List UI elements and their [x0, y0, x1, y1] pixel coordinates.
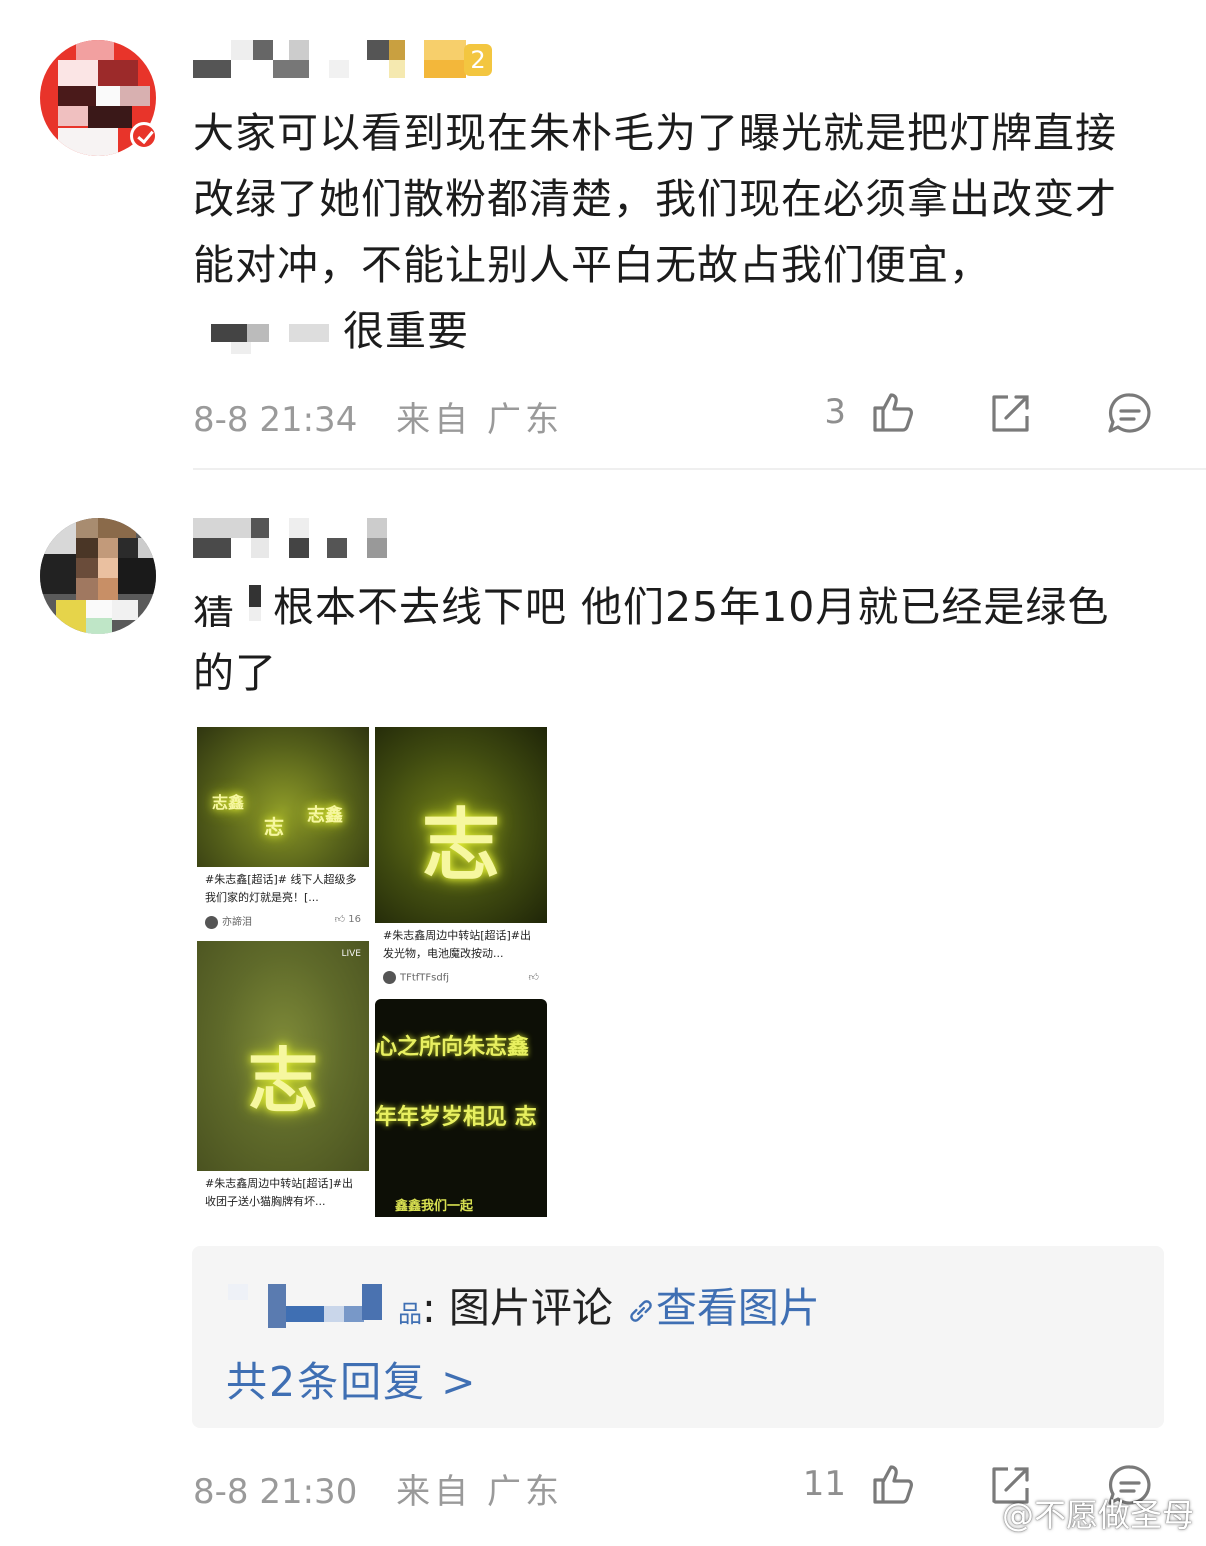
image-caption: #朱志鑫周边中转站[超话]#出 收团子送小猫胸牌有坏...: [205, 1177, 354, 1208]
comment-meta: 8-8 21:30 来自 广东: [193, 1464, 563, 1513]
author-avatar: [205, 915, 218, 929]
thumbs-up-icon[interactable]: [868, 1460, 916, 1508]
location-prefix: 来自: [396, 1472, 473, 1512]
comment-text-tail: 很重要: [343, 307, 469, 355]
comment-time: 8-8 21:30: [193, 1472, 358, 1512]
sign-label: 志鑫: [307, 805, 343, 826]
image-caption: #朱志鑫周边中转站[超话]#出发光物，电池魔改按动...: [383, 929, 532, 960]
image-tile[interactable]: 志鑫 志 志鑫 #朱志鑫[超话]# 线下人超级多 我们家的灯就是亮！[... 亦…: [197, 727, 369, 933]
image-author: TFtfTFsdfj: [400, 972, 450, 984]
image-tile[interactable]: 志 #朱志鑫周边中转站[超话]#出发光物，电池魔改按动... TFtfTFsdf…: [375, 727, 547, 993]
view-image-link[interactable]: 查看图片: [626, 1284, 820, 1332]
link-icon: [630, 1300, 652, 1322]
username-blurred[interactable]: [193, 518, 393, 558]
reply-author-blurred[interactable]: [228, 1284, 398, 1328]
sign-label: 志鑫: [211, 793, 244, 812]
comment-location: 广东: [486, 400, 563, 440]
verified-badge-icon: [130, 122, 158, 150]
share-icon[interactable]: [986, 390, 1034, 438]
reply-text: : 图片评论: [422, 1284, 626, 1332]
lightstick-photo: 志: [375, 727, 547, 923]
lightstick-photo: LIVE 志: [197, 941, 369, 1171]
comment-location: 广东: [486, 1472, 563, 1512]
watermark-text: @不愿做圣母: [1001, 1496, 1194, 1534]
image-caption: #朱志鑫[超话]# 线下人超级多 我们家的灯就是亮！[...: [205, 873, 357, 904]
view-image-label: 查看图片: [655, 1284, 820, 1332]
banner-line: 心之所向朱志鑫: [375, 1034, 530, 1060]
comment-icon[interactable]: [1106, 390, 1154, 438]
comment-text: 大家可以看到现在朱朴毛为了曝光就是把灯牌直接改绿了她们散粉都清楚，我们现在必须拿…: [193, 100, 1143, 364]
comment-text-body: 根本不去线下吧 他们25年10月就已经是绿色的了: [193, 583, 1110, 697]
sign-label: 志: [264, 815, 284, 839]
reply-author-suffix[interactable]: 品: [398, 1300, 422, 1328]
comment-text-head: 猜: [193, 592, 233, 627]
image-like-count: 16: [348, 914, 361, 925]
comment-text: 猜 根本不去线下吧 他们25年10月就已经是绿色的了: [193, 574, 1143, 706]
redacted-text: [233, 583, 273, 627]
comment-text-body: 大家可以看到现在朱朴毛为了曝光就是把灯牌直接改绿了她们散粉都清楚，我们现在必须拿…: [193, 109, 1117, 289]
divider: [193, 468, 1206, 470]
avatar[interactable]: [40, 518, 156, 634]
like-count: 11: [802, 1464, 846, 1504]
redacted-text: [193, 314, 343, 354]
level-badge: 2: [424, 40, 496, 80]
comment-meta: 8-8 21:34 来自 广东: [193, 392, 563, 441]
weibo-logo: [961, 1501, 999, 1530]
level-number: 2: [464, 44, 492, 76]
live-badge: LIVE: [341, 949, 361, 959]
sign-glyph: 志: [248, 1039, 318, 1122]
image-tile[interactable]: LIVE 志 #朱志鑫周边中转站[超话]#出 收团子送小猫胸牌有坏...: [197, 941, 369, 1217]
location-prefix: 来自: [396, 400, 473, 440]
reply-preview[interactable]: 品: 图片评论 查看图片 共2条回复 >: [192, 1246, 1164, 1428]
image-grid[interactable]: 志鑫 志 志鑫 #朱志鑫[超话]# 线下人超级多 我们家的灯就是亮！[... 亦…: [197, 727, 549, 1217]
like-count: 3: [824, 392, 846, 432]
banner-line: 鑫鑫我们一起: [395, 1199, 474, 1214]
lightstick-photo: 志鑫 志 志鑫: [197, 727, 369, 867]
watermark: @不愿做圣母: [960, 1490, 1194, 1536]
thumbs-up-icon[interactable]: [868, 388, 916, 436]
reply-count-link[interactable]: 共2条回复 >: [226, 1348, 477, 1408]
author-avatar: [383, 971, 396, 984]
thumbs-up-icon[interactable]: 👍︎: [529, 971, 539, 983]
banner-line: 年年岁岁相见 志: [375, 1104, 537, 1130]
sign-glyph: 志: [421, 800, 500, 891]
image-tile[interactable]: 心之所向朱志鑫 年年岁岁相见 志 鑫鑫我们一起: [375, 999, 547, 1217]
image-author: 亦諦泪: [222, 917, 252, 928]
comment-time: 8-8 21:34: [193, 400, 358, 440]
reply-line: 品: 图片评论 查看图片: [228, 1274, 820, 1334]
